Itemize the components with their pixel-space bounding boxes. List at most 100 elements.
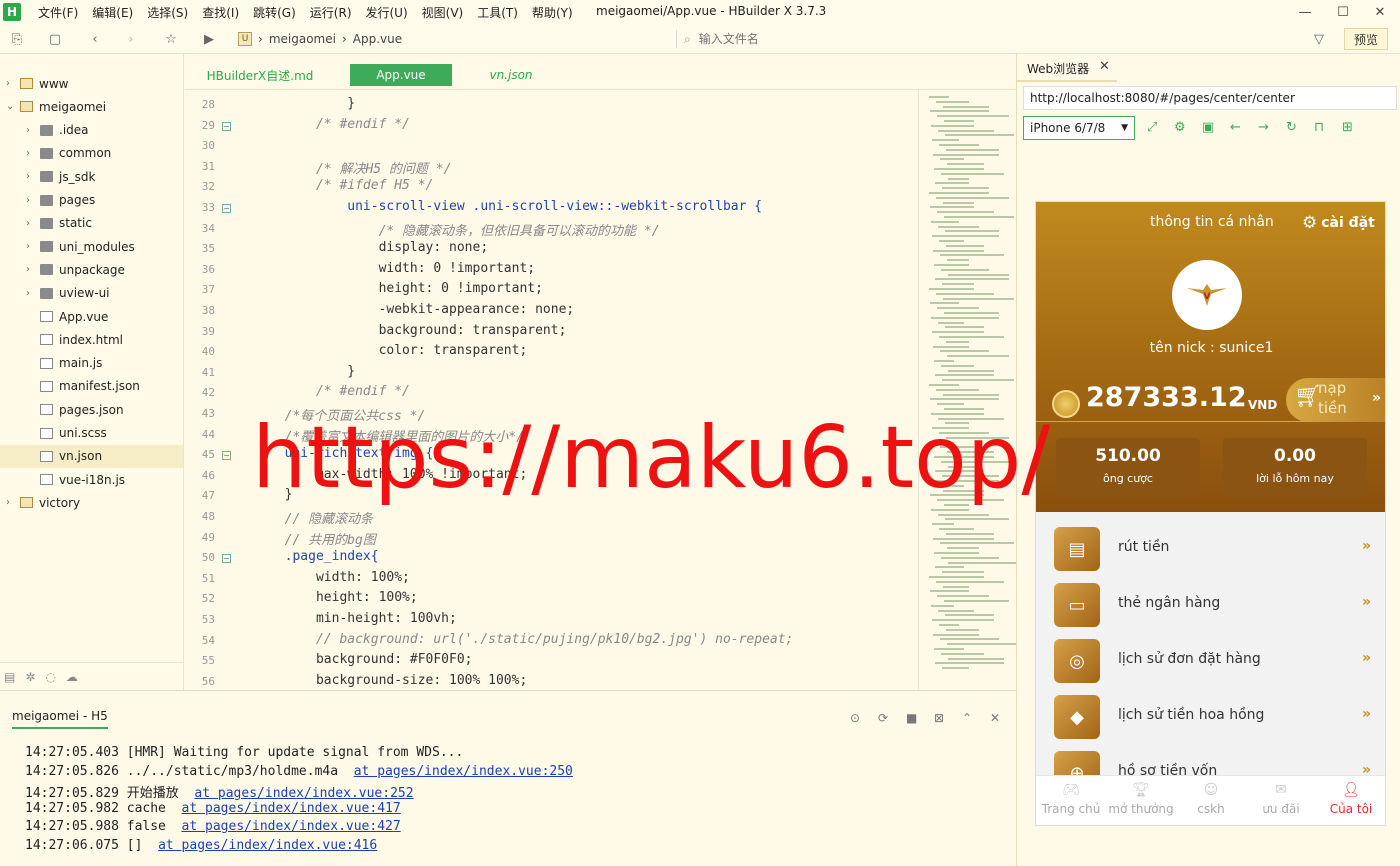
- tree-item[interactable]: manifest.json: [0, 375, 183, 398]
- menu-item[interactable]: 选择(S): [140, 4, 195, 21]
- tree-item[interactable]: › uview-ui: [0, 282, 183, 305]
- chevron-down-icon[interactable]: ⌄: [6, 101, 14, 112]
- nav-item[interactable]: 🎮︎ Trang chủ: [1036, 782, 1106, 816]
- lock-icon[interactable]: ⊙: [850, 711, 860, 725]
- code-editor[interactable]: 28 } 29− /* #endif */30 31 /* 解决H5 的问题 */3…: [185, 90, 918, 690]
- explorer-icon[interactable]: ▤: [4, 670, 15, 684]
- preview-button[interactable]: 预览: [1344, 28, 1388, 50]
- chevron-right-icon[interactable]: ›: [26, 264, 30, 275]
- fold-icon[interactable]: −: [222, 121, 231, 131]
- tree-item[interactable]: vn.json: [0, 444, 183, 468]
- menu-item[interactable]: 查找(I): [195, 4, 246, 21]
- tree-item[interactable]: › static: [0, 212, 183, 235]
- profile-menu-item[interactable]: ▤ rút tiền »: [1036, 521, 1385, 577]
- fold-icon[interactable]: −: [222, 451, 231, 461]
- log-source-link[interactable]: at pages/index/index.vue:250: [354, 764, 573, 779]
- tree-item[interactable]: › js_sdk: [0, 165, 183, 188]
- favorite-icon[interactable]: ☆: [162, 30, 180, 48]
- rotate-icon[interactable]: ⤢: [1147, 120, 1157, 135]
- tree-item[interactable]: › uni_modules: [0, 235, 183, 258]
- menu-item[interactable]: 工具(T): [470, 4, 525, 21]
- lock-icon[interactable]: ⊓: [1314, 120, 1324, 135]
- avatar[interactable]: V: [1172, 260, 1242, 330]
- settings-button[interactable]: ⚙ cài đặt: [1302, 213, 1375, 233]
- tree-item[interactable]: App.vue: [0, 305, 183, 328]
- chevron-right-icon[interactable]: ›: [6, 497, 10, 508]
- tree-item[interactable]: main.js: [0, 352, 183, 375]
- restart-icon[interactable]: ⟳: [878, 711, 888, 725]
- log-source-link[interactable]: at pages/index/index.vue:252: [194, 786, 413, 801]
- tree-item[interactable]: uni.scss: [0, 422, 183, 445]
- tab-readme[interactable]: HBuilderX自述.md: [205, 64, 315, 86]
- clear-icon[interactable]: ⊠: [934, 711, 944, 725]
- profile-menu-item[interactable]: ◎ lịch sử đơn đặt hàng »: [1036, 633, 1385, 689]
- profile-menu-item[interactable]: ◆ lịch sử tiền hoa hồng »: [1036, 689, 1385, 745]
- tree-item[interactable]: ⌄ meigaomei: [0, 95, 183, 118]
- nav-item[interactable]: 👤︎ Của tôi: [1316, 782, 1385, 816]
- nav-item[interactable]: 🏆︎ mở thưởng: [1106, 782, 1176, 816]
- run-icon[interactable]: ▶: [200, 30, 218, 48]
- refresh-icon[interactable]: ↻: [1286, 120, 1297, 135]
- menu-item[interactable]: 帮助(Y): [525, 4, 580, 21]
- tab-vn-json[interactable]: vn.json: [485, 64, 537, 86]
- forward-icon[interactable]: ›: [122, 30, 140, 48]
- tree-item[interactable]: vue-i18n.js: [0, 468, 183, 491]
- back-icon[interactable]: ‹: [86, 30, 104, 48]
- console-tab[interactable]: meigaomei - H5: [12, 709, 108, 729]
- menu-item[interactable]: 跳转(G): [246, 4, 303, 21]
- cloud-icon[interactable]: ☁: [66, 670, 78, 684]
- stop-icon[interactable]: ■: [906, 711, 917, 725]
- chevron-right-icon[interactable]: ›: [26, 171, 30, 182]
- chevron-right-icon[interactable]: ›: [26, 195, 30, 206]
- collapse-icon[interactable]: ⌃: [962, 711, 972, 725]
- tree-item[interactable]: › pages: [0, 189, 183, 212]
- tree-item[interactable]: › unpackage: [0, 258, 183, 281]
- new-file-icon[interactable]: ⎘: [8, 30, 26, 48]
- breadcrumb-project[interactable]: meigaomei: [269, 32, 336, 46]
- devtools-icon[interactable]: ▣: [1202, 120, 1214, 135]
- profile-menu-item[interactable]: ▭ thẻ ngân hàng »: [1036, 577, 1385, 633]
- chevron-right-icon[interactable]: ›: [26, 218, 30, 229]
- breadcrumb-file[interactable]: App.vue: [353, 32, 402, 46]
- tree-item[interactable]: index.html: [0, 328, 183, 351]
- tree-item[interactable]: pages.json: [0, 398, 183, 421]
- log-source-link[interactable]: at pages/index/index.vue:427: [182, 819, 401, 834]
- browser-back-icon[interactable]: ←: [1230, 120, 1241, 135]
- fold-icon[interactable]: −: [222, 204, 231, 213]
- menu-item[interactable]: 视图(V): [415, 4, 471, 21]
- qrcode-icon[interactable]: ⊞: [1342, 120, 1353, 135]
- tree-item[interactable]: › common: [0, 142, 183, 165]
- close-button[interactable]: ✕: [1360, 0, 1400, 24]
- device-select[interactable]: iPhone 6/7/8 ▼: [1023, 116, 1135, 140]
- chevron-right-icon[interactable]: ›: [26, 148, 30, 159]
- chevron-right-icon[interactable]: ›: [26, 288, 30, 299]
- menu-item[interactable]: 编辑(E): [85, 4, 140, 21]
- tree-item[interactable]: › www: [0, 72, 183, 95]
- save-icon[interactable]: ▢: [46, 30, 64, 48]
- plugin-icon[interactable]: ◌: [45, 670, 55, 684]
- filter-icon[interactable]: ▽: [1310, 30, 1328, 48]
- nav-item[interactable]: ☺ cskh: [1176, 782, 1246, 816]
- tab-app-vue[interactable]: App.vue: [350, 64, 452, 86]
- debug-icon[interactable]: ✲: [25, 670, 35, 684]
- nav-item[interactable]: ✉ ưu đãi: [1246, 782, 1316, 816]
- tree-item[interactable]: › victory: [0, 491, 183, 514]
- settings-icon[interactable]: ⚙: [1174, 120, 1186, 135]
- tree-item[interactable]: › .idea: [0, 119, 183, 142]
- menu-item[interactable]: 发行(U): [359, 4, 415, 21]
- log-source-link[interactable]: at pages/index/index.vue:417: [182, 801, 401, 816]
- minimap[interactable]: [918, 90, 1016, 690]
- chevron-right-icon[interactable]: ›: [26, 125, 30, 136]
- close-tab-icon[interactable]: ✕: [1099, 59, 1110, 74]
- menu-item[interactable]: 文件(F): [31, 4, 85, 21]
- recharge-label[interactable]: nạp tiền: [1318, 378, 1358, 418]
- file-search-input[interactable]: [698, 32, 1259, 46]
- chevron-right-icon[interactable]: ›: [6, 78, 10, 89]
- browser-tab[interactable]: Web浏览器: [1027, 60, 1089, 77]
- chevron-right-icon[interactable]: ›: [26, 241, 30, 252]
- url-input[interactable]: http://localhost:8080/#/pages/center/cen…: [1023, 86, 1397, 110]
- fold-icon[interactable]: −: [222, 554, 231, 564]
- close-console-icon[interactable]: ✕: [990, 711, 1000, 725]
- menu-item[interactable]: 运行(R): [303, 4, 359, 21]
- log-source-link[interactable]: at pages/index/index.vue:416: [158, 838, 377, 853]
